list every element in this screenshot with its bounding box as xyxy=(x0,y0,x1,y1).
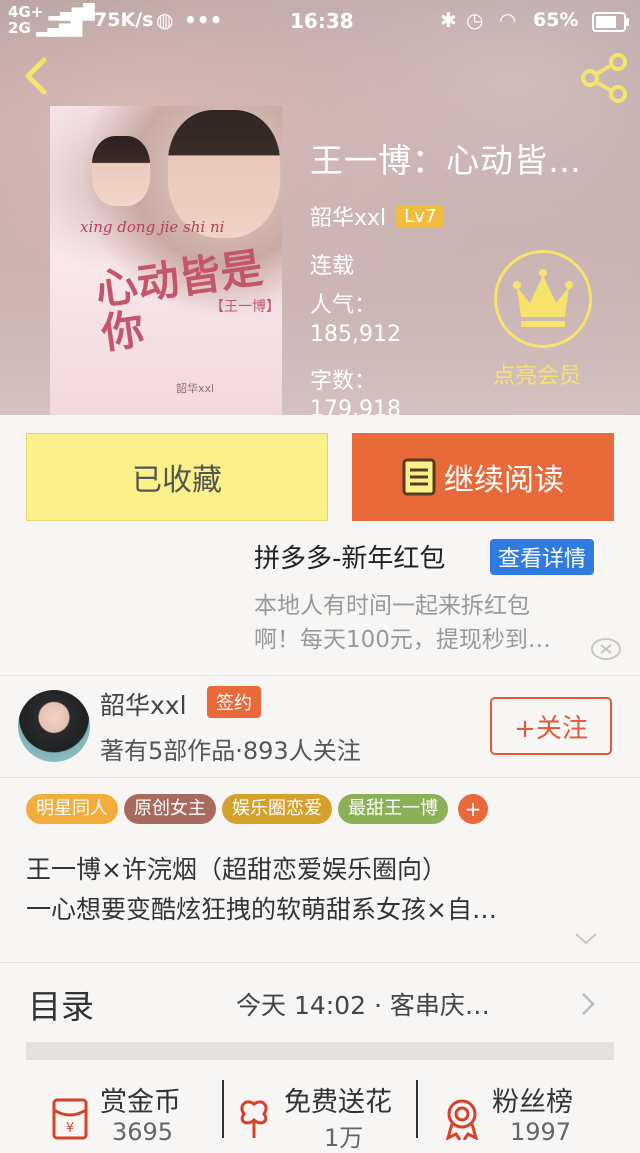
bluetooth-icon: ✱ xyxy=(440,8,457,32)
battery-icon xyxy=(592,12,629,32)
tag-chip[interactable]: 娱乐圈恋爱 xyxy=(222,794,332,824)
author-stats: 著有5部作品·893人关注 xyxy=(100,737,361,765)
expand-chevron-icon[interactable] xyxy=(574,932,598,946)
vip-button[interactable] xyxy=(494,250,592,348)
divider xyxy=(0,962,640,963)
flower-icon xyxy=(240,1100,268,1138)
book-intro[interactable]: 王一博×许浣烟（超甜恋爱娱乐圈向） 一心想要变酷炫狂拽的软萌甜系女孩×自… xyxy=(26,850,616,930)
svg-text:¥: ¥ xyxy=(66,1121,74,1136)
battery-percent: 65% xyxy=(533,9,579,31)
wifi-icon: ◠ xyxy=(500,8,516,32)
ad-description[interactable]: 本地人有时间一起来拆红包 啊！每天100元，提现秒到… xyxy=(254,589,604,657)
medal-icon xyxy=(445,1099,479,1140)
level-badge: Lv7 xyxy=(396,204,445,228)
serial-status: 连载 xyxy=(310,254,355,279)
alarm-icon: ◷ xyxy=(466,8,484,32)
author-line[interactable]: 韶华xxl Lv7 xyxy=(310,200,445,232)
divider xyxy=(0,777,640,778)
continue-reading-button[interactable]: 继续阅读 xyxy=(352,433,614,521)
chevron-right-icon[interactable] xyxy=(580,992,596,1016)
cover-subtitle: 【王一博】 xyxy=(210,299,280,315)
collected-button[interactable]: 已收藏 xyxy=(26,433,328,521)
divider xyxy=(0,675,640,676)
ad-title[interactable]: 拼多多-新年红包 xyxy=(254,538,445,575)
more-tags-button[interactable]: + xyxy=(458,794,488,824)
tag-list: 明星同人 原创女主 娱乐圈恋爱 最甜王一博 + xyxy=(26,794,488,824)
ad-close-icon[interactable] xyxy=(590,637,622,661)
author-avatar[interactable] xyxy=(18,690,90,762)
toc-label[interactable]: 目录 xyxy=(28,980,94,1028)
crown-icon xyxy=(513,269,573,327)
vip-label[interactable]: 点亮会员 xyxy=(493,358,581,390)
more-dots: ••• xyxy=(184,8,223,32)
fan-ranking-button[interactable]: 粉丝榜 1997 xyxy=(440,1076,620,1146)
wordcount-value: 179,918 xyxy=(310,397,401,415)
ad-details-button[interactable]: 查看详情 xyxy=(490,539,595,575)
back-icon[interactable] xyxy=(16,54,60,98)
book-header: 4G+ ▂▄▆█ 2G ▂▄▆█ 75K/s ◍ ••• 16:38 ✱ ◷ ◠… xyxy=(0,0,640,415)
tag-chip[interactable]: 明星同人 xyxy=(26,794,118,824)
popularity-value: 185,912 xyxy=(310,322,401,347)
author-name[interactable]: 韶华xxl xyxy=(310,200,386,232)
status-bar: 4G+ ▂▄▆█ 2G ▂▄▆█ 75K/s ◍ ••• 16:38 ✱ ◷ ◠… xyxy=(0,0,640,42)
send-flower-button[interactable]: 免费送花 1万 xyxy=(232,1076,422,1152)
follow-button[interactable]: +关注 xyxy=(490,697,612,755)
cover-author-art: 韶华xxl xyxy=(176,382,215,395)
book-icon xyxy=(402,458,436,496)
signed-badge: 签约 xyxy=(207,686,261,718)
book-title: 王一博：心动皆… xyxy=(310,141,582,180)
reward-coins-button[interactable]: ¥ 赏金币 3695 xyxy=(48,1076,218,1146)
cover-script-text: xing dong jie shi ni xyxy=(80,218,225,236)
book-cover[interactable]: xing dong jie shi ni 心动皆是你 【王一博】 韶华xxl xyxy=(50,106,282,415)
tag-chip[interactable]: 原创女主 xyxy=(124,794,216,824)
globe-icon: ◍ xyxy=(156,8,174,32)
red-envelope-icon: ¥ xyxy=(52,1098,88,1140)
divider xyxy=(416,1080,418,1138)
section-separator xyxy=(26,1042,614,1060)
network-speed: 75K/s xyxy=(94,9,154,31)
popularity-label: 人气： xyxy=(310,293,377,318)
cover-portrait-small xyxy=(92,136,150,206)
network-indicator: 4G+ ▂▄▆█ 2G ▂▄▆█ xyxy=(8,3,95,37)
wordcount-label: 字数： xyxy=(310,369,377,394)
author-card-name[interactable]: 韶华xxl xyxy=(100,686,187,722)
toc-latest-chapter[interactable]: 今天 14:02 · 客串庆… xyxy=(236,986,490,1022)
divider xyxy=(222,1080,224,1138)
tag-chip[interactable]: 最甜王一博 xyxy=(338,794,448,824)
clock-time: 16:38 xyxy=(290,9,354,33)
share-icon[interactable] xyxy=(578,52,630,104)
